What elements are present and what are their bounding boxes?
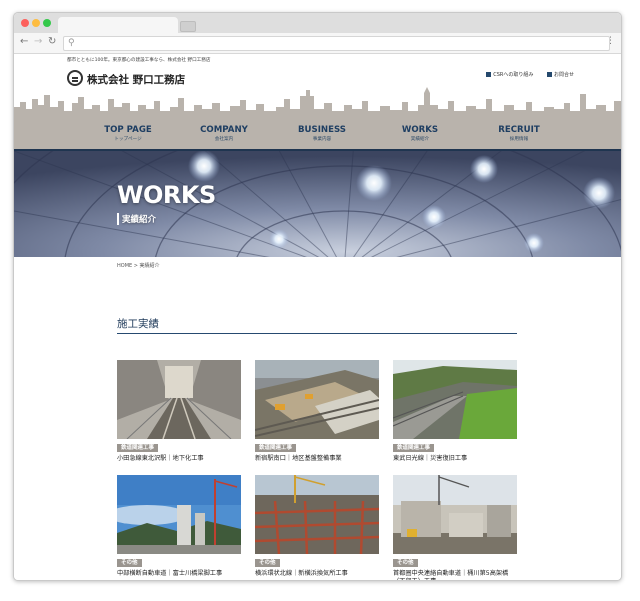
square-bullet-icon (546, 72, 552, 77)
hero-title: WORKS (117, 181, 216, 209)
work-thumbnail-bridge-pier[interactable] (117, 475, 241, 554)
section-title: 施工実績 (117, 318, 159, 330)
work-thumbnail-station-site[interactable] (255, 360, 379, 439)
url-input[interactable]: ⚲ (63, 36, 610, 51)
company-name: 株式会社 野口工務店 (87, 74, 186, 86)
nav-top-page[interactable]: TOP PAGE トップページ (92, 125, 164, 142)
work-title[interactable]: 新宿駅南口｜地区基盤整備事業 (255, 455, 379, 463)
browser-tab[interactable] (58, 17, 178, 33)
nav-recruit[interactable]: RECRUIT 採用情報 (483, 125, 555, 142)
work-title[interactable]: 横浜環状北線｜新横浜換気所工事 (255, 570, 379, 578)
hero-subtitle: 実績紹介 (117, 213, 156, 225)
close-window-button[interactable] (21, 19, 29, 27)
contact-link[interactable]: お問合せ (546, 72, 574, 78)
work-thumbnail-railway-tunnel[interactable] (117, 360, 241, 439)
reload-icon[interactable]: ↻ (48, 36, 56, 48)
tunnel-dome-photo (14, 151, 621, 257)
work-title[interactable]: 首都圏中央連絡自動車道｜桶川第5高架橋（下部工）工事 (393, 570, 517, 580)
nav-works[interactable]: WORKS 実績紹介 (384, 125, 456, 142)
city-skyline-illustration (14, 87, 621, 121)
site-tagline: 都市とともに100年。東京都心の建設工事なら、株式会社 野口工務店 (67, 58, 211, 63)
web-page: 都市とともに100年。東京都心の建設工事なら、株式会社 野口工務店 株式会社 野… (14, 54, 621, 580)
browser-window: ← → ↻ ⚲ ⋮ 都市とともに100年。東京都心の建設工事なら、株式会社 野口… (13, 12, 622, 581)
work-thumbnail-viaduct-substructure[interactable] (393, 475, 517, 554)
work-category-badge: その他 (255, 559, 280, 567)
work-thumbnail-rail-slope[interactable] (393, 360, 517, 439)
breadcrumb[interactable]: HOME > 実績紹介 (117, 262, 160, 269)
hero-banner: WORKS 実績紹介 (14, 151, 621, 257)
work-category-badge: 鉄道関連工事 (117, 444, 159, 452)
work-category-badge: 鉄道関連工事 (393, 444, 435, 452)
nav-business[interactable]: BUSINESS 事業内容 (286, 125, 358, 142)
logo-mark-icon (67, 70, 83, 86)
forward-arrow-icon[interactable]: → (34, 36, 42, 48)
csr-link[interactable]: CSRへの取り組み (486, 72, 533, 78)
back-arrow-icon[interactable]: ← (20, 36, 28, 48)
work-category-badge: 鉄道関連工事 (255, 444, 297, 452)
work-title[interactable]: 中部横断自動車道｜富士川橋梁脚工事 (117, 570, 241, 578)
top-links: CSRへの取り組み お問合せ (474, 71, 574, 78)
work-thumbnail-ventilation-station[interactable] (255, 475, 379, 554)
work-category-badge: その他 (117, 559, 142, 567)
work-title[interactable]: 東武日光線｜災害復旧工事 (393, 455, 517, 463)
main-navigation: TOP PAGE トップページ COMPANY 会社案内 BUSINESS 事業内容 … (14, 121, 621, 149)
browser-tab-bar (14, 13, 621, 33)
nav-company[interactable]: COMPANY 会社案内 (188, 125, 260, 142)
address-bar: ← → ↻ ⚲ ⋮ (14, 33, 621, 54)
minimize-window-button[interactable] (32, 19, 40, 27)
new-tab-button[interactable] (180, 21, 196, 32)
company-logo[interactable]: 株式会社 野口工務店 (67, 67, 197, 89)
section-divider (117, 333, 517, 334)
maximize-window-button[interactable] (43, 19, 51, 27)
browser-menu-icon[interactable]: ⋮ (606, 36, 615, 46)
square-bullet-icon (486, 72, 492, 77)
search-icon: ⚲ (68, 38, 75, 48)
work-category-badge: その他 (393, 559, 418, 567)
work-title[interactable]: 小田急線東北沢駅｜地下化工事 (117, 455, 241, 463)
